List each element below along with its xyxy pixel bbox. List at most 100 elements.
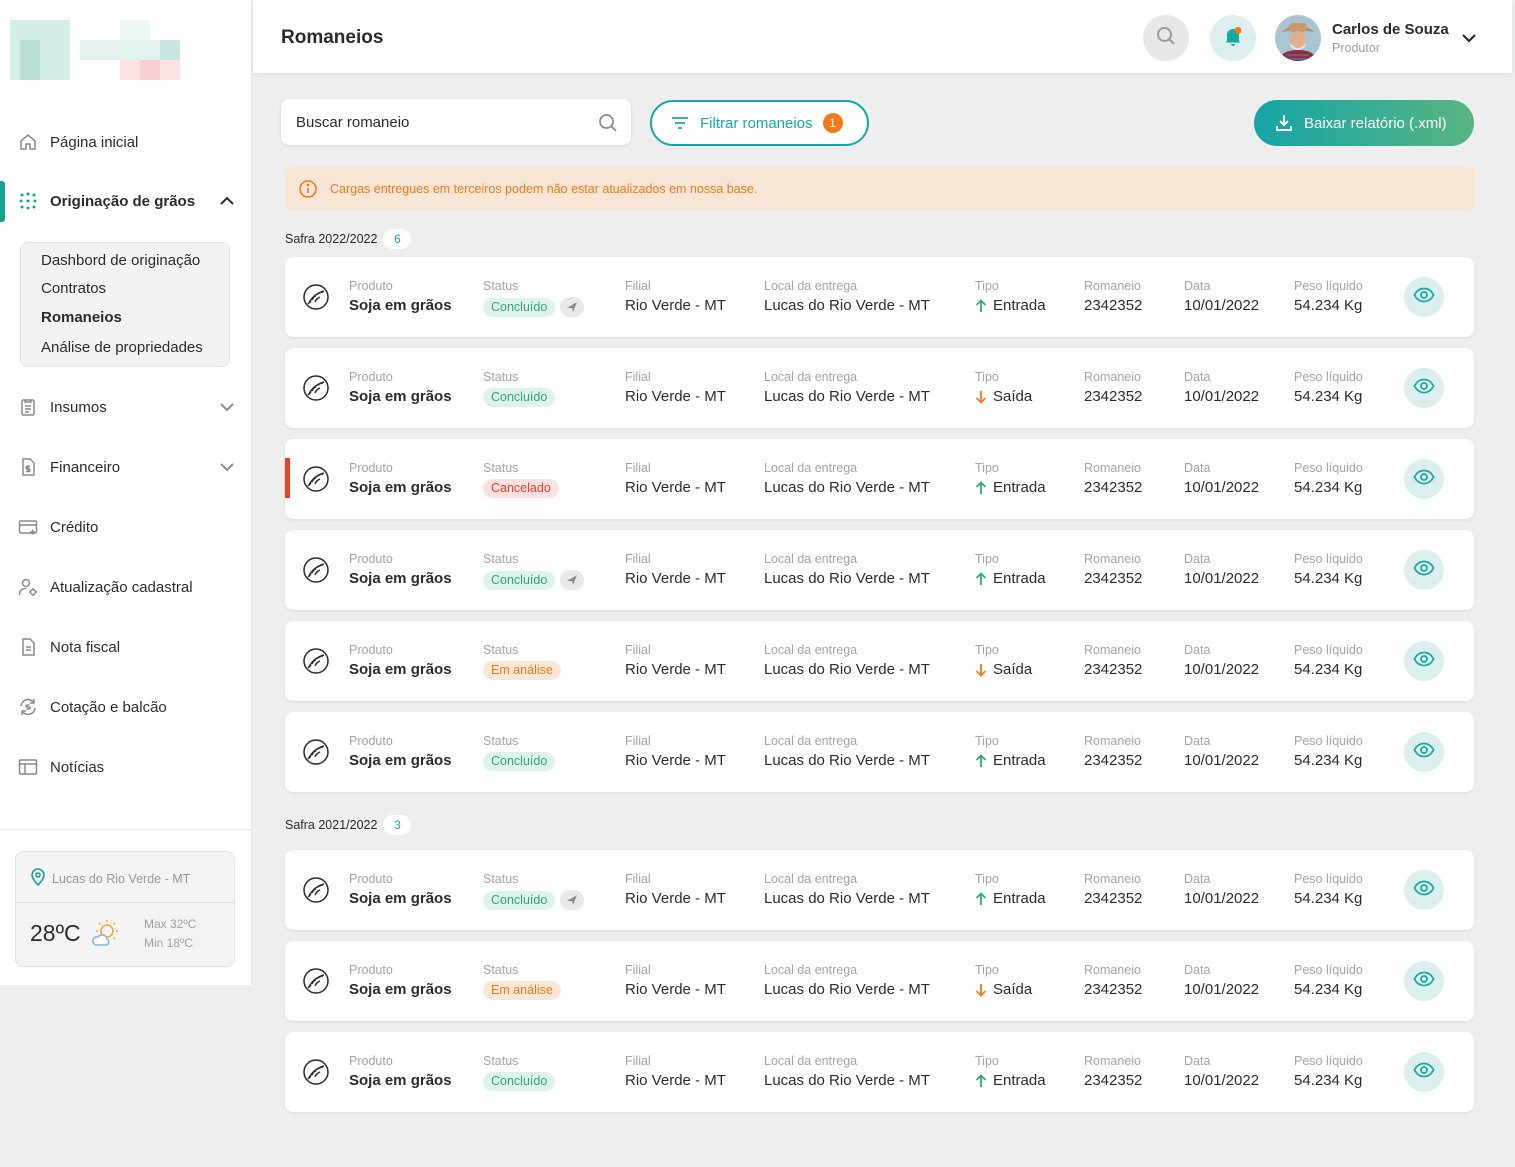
view-details-button[interactable] <box>1404 1052 1444 1092</box>
peso-column: Peso líquido 54.234 Kg <box>1294 643 1363 679</box>
produto-column: Produto Soja em grãos <box>349 552 452 588</box>
arrow-down-icon <box>975 983 987 997</box>
data-column: Data 10/01/2022 <box>1184 643 1259 679</box>
sidebar-item-nota-fiscal[interactable]: Nota fiscal <box>0 627 252 667</box>
romaneio-card[interactable]: Produto Soja em grãos Status Concluído Filia… <box>285 712 1474 792</box>
weather-temperature: 28ºC <box>30 920 81 946</box>
sidebar-item-credito[interactable]: Crédito <box>0 507 252 547</box>
view-details-button[interactable] <box>1404 277 1444 317</box>
tipo-label: Tipo <box>975 872 999 886</box>
arrow-up-icon <box>975 892 987 906</box>
tipo-column: Tipo Entrada <box>975 461 1046 497</box>
user-menu-chevron-icon[interactable] <box>1459 28 1479 53</box>
status-badge: Concluído <box>483 752 556 771</box>
view-details-button[interactable] <box>1404 459 1444 499</box>
sidebar-item-home[interactable]: Página inicial <box>0 122 252 162</box>
view-details-button[interactable] <box>1404 641 1444 681</box>
peso-value: 54.234 Kg <box>1294 661 1363 678</box>
romaneio-label: Romaneio <box>1084 872 1141 886</box>
filter-button[interactable]: Filtrar romaneios 1 <box>650 100 869 146</box>
filial-value: Rio Verde - MT <box>625 570 726 587</box>
submenu-item-dashboard[interactable]: Dashbord de originação <box>41 252 200 269</box>
sidebar-item-originacao[interactable]: Originação de grãos <box>0 181 252 221</box>
download-report-button[interactable]: Baixar relatório (.xml) <box>1254 100 1474 146</box>
info-icon <box>298 179 318 199</box>
local-value: Lucas do Rio Verde - MT <box>764 890 930 907</box>
filial-value: Rio Verde - MT <box>625 479 726 496</box>
status-badge: Concluído <box>483 297 556 317</box>
data-column: Data 10/01/2022 <box>1184 461 1259 497</box>
data-column: Data 10/01/2022 <box>1184 734 1259 770</box>
filial-column: Filial Rio Verde - MT <box>625 963 726 999</box>
data-value: 10/01/2022 <box>1184 752 1260 769</box>
filial-column: Filial Rio Verde - MT <box>625 643 726 679</box>
data-label: Data <box>1184 643 1211 657</box>
romaneio-label: Romaneio <box>1084 963 1141 977</box>
search-button[interactable] <box>1143 15 1189 61</box>
romaneio-card[interactable]: Produto Soja em grãos Status Concluído Filia… <box>285 348 1474 428</box>
user-name[interactable]: Carlos de Souza <box>1332 21 1449 38</box>
sidebar-item-cotacao[interactable]: Cotação e balcão <box>0 687 252 727</box>
notifications-button[interactable] <box>1210 15 1256 61</box>
produto-label: Produto <box>349 734 393 748</box>
data-label: Data <box>1184 552 1211 566</box>
weather-location: Lucas do Rio Verde - MT <box>30 868 190 889</box>
data-value: 10/01/2022 <box>1184 661 1260 678</box>
peso-value: 54.234 Kg <box>1294 388 1363 405</box>
avatar[interactable] <box>1275 15 1321 61</box>
romaneio-card[interactable]: Produto Soja em grãos Status Concluído Filia… <box>285 530 1474 610</box>
romaneio-card[interactable]: Produto Soja em grãos Status Cancelado Filia… <box>285 439 1474 519</box>
produto-label: Produto <box>349 872 393 886</box>
group-count-badge: 3 <box>383 815 412 835</box>
money-doc-icon <box>18 457 38 477</box>
local-column: Local da entrega Lucas do Rio Verde - MT <box>764 1054 930 1090</box>
weather-location-label: Lucas do Rio Verde - MT <box>52 871 191 886</box>
search-box <box>281 99 631 145</box>
view-details-button[interactable] <box>1404 961 1444 1001</box>
peso-label: Peso líquido <box>1294 643 1363 657</box>
soy-grain-icon <box>302 967 330 995</box>
local-label: Local da entrega <box>764 1054 858 1068</box>
view-details-button[interactable] <box>1404 550 1444 590</box>
sidebar-item-financeiro[interactable]: Financeiro <box>0 447 252 487</box>
romaneio-column: Romaneio 2342352 <box>1084 279 1142 315</box>
local-label: Local da entrega <box>764 279 858 293</box>
search-input[interactable] <box>281 99 581 145</box>
delivery-truck-icon <box>560 570 585 590</box>
filial-value: Rio Verde - MT <box>625 981 726 998</box>
peso-value: 54.234 Kg <box>1294 1072 1363 1089</box>
local-label: Local da entrega <box>764 872 858 886</box>
view-details-button[interactable] <box>1404 368 1444 408</box>
search-icon[interactable] <box>597 112 619 139</box>
local-column: Local da entrega Lucas do Rio Verde - MT <box>764 734 930 770</box>
romaneio-value: 2342352 <box>1084 981 1143 998</box>
data-column: Data 10/01/2022 <box>1184 370 1259 406</box>
tipo-value: Saída <box>993 661 1033 678</box>
romaneio-value: 2342352 <box>1084 890 1143 907</box>
submenu-item-contratos[interactable]: Contratos <box>41 280 106 297</box>
view-details-button[interactable] <box>1404 870 1444 910</box>
tipo-label: Tipo <box>975 643 999 657</box>
data-column: Data 10/01/2022 <box>1184 1054 1259 1090</box>
romaneio-card[interactable]: Produto Soja em grãos Status Em análise Fili… <box>285 621 1474 701</box>
local-value: Lucas do Rio Verde - MT <box>764 661 930 678</box>
eye-icon <box>1413 560 1435 581</box>
romaneio-card[interactable]: Produto Soja em grãos Status Concluído Filia… <box>285 850 1474 930</box>
produto-label: Produto <box>349 279 393 293</box>
submenu-item-romaneios[interactable]: Romaneios <box>41 309 122 326</box>
data-value: 10/01/2022 <box>1184 981 1260 998</box>
romaneio-card[interactable]: Produto Soja em grãos Status Em análise Fili… <box>285 941 1474 1021</box>
submenu-item-analise[interactable]: Análise de propriedades <box>41 339 203 356</box>
sidebar-item-label: Crédito <box>50 518 99 536</box>
sidebar-item-noticias[interactable]: Notícias <box>0 747 252 787</box>
romaneio-card[interactable]: Produto Soja em grãos Status Concluído Filia… <box>285 257 1474 337</box>
sidebar-item-atualizacao[interactable]: Atualização cadastral <box>0 567 252 607</box>
filial-value: Rio Verde - MT <box>625 661 726 678</box>
status-column: Status Em análise <box>483 963 561 1000</box>
romaneio-column: Romaneio 2342352 <box>1084 643 1142 679</box>
exchange-icon <box>18 697 38 717</box>
view-details-button[interactable] <box>1404 732 1444 772</box>
arrow-up-icon <box>975 754 987 768</box>
romaneio-card[interactable]: Produto Soja em grãos Status Concluído Filia… <box>285 1032 1474 1112</box>
sidebar-item-insumos[interactable]: Insumos <box>0 387 252 427</box>
